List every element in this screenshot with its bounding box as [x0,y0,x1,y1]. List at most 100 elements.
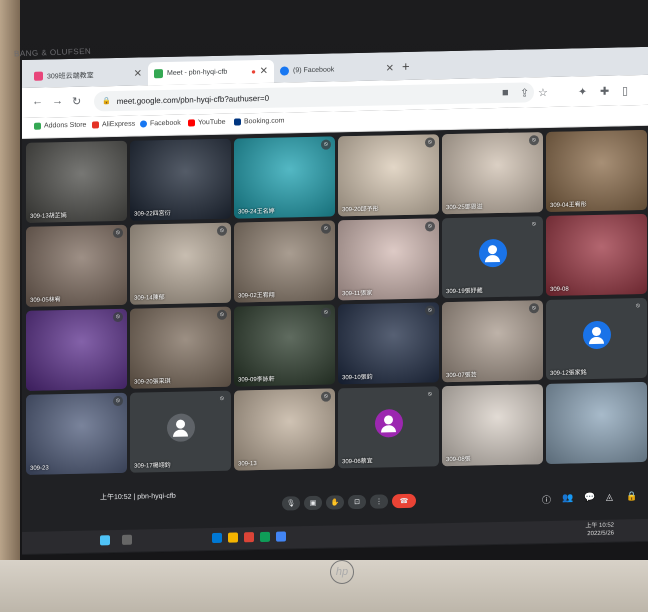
participant-tile[interactable]: ⦸ 309-02王宥翔 [234,220,335,303]
participant-name: 309-07張芸 [446,372,477,380]
mic-off-icon: ⦸ [633,300,643,312]
participant-tile[interactable]: ⦸ 309-23 [26,392,127,475]
reload-icon[interactable]: ↻ [72,95,81,108]
participant-tile[interactable]: ⦸ 309-13 [234,388,335,471]
participant-tile[interactable]: ⦸ 309-10張鈞 [338,302,439,385]
activities-icon[interactable]: ◬ [606,492,613,503]
close-icon[interactable]: ✕ [134,68,142,79]
recording-dot-icon: ● [251,67,256,77]
participant-name: 309-04王宥彤 [550,202,587,209]
star-icon[interactable]: ☆ [538,86,548,99]
participant-video [234,388,335,471]
bookmark-facebook[interactable]: Facebook [140,120,181,128]
bookmark-booking[interactable]: Booking.com [234,118,284,126]
extension-icon[interactable]: ✦ [578,85,587,98]
participant-name: 309-23 [30,465,49,472]
participant-video [546,381,647,465]
address-bar[interactable]: 🔒 meet.google.com/pbn-hyqi-cfb?authuser=… [94,82,534,112]
background-wall [0,0,20,612]
participant-name: 309-13 [238,461,257,468]
close-icon[interactable]: ✕ [260,66,268,77]
screen: 309班云端教室 ✕ Meet - pbn-hyqi-cfb ● ✕ (9) F… [22,46,648,555]
bookmark-label: AliExpress [102,120,136,129]
puzzle-icon[interactable]: ✚ [600,85,609,98]
participant-tile[interactable]: 309-13胡芷嫣 [26,140,127,223]
participant-name: 309-22四宮衍 [134,210,171,218]
participant-name: 309-24王名婷 [238,208,275,216]
participant-tile[interactable]: ⦸ 309-24王名婷 [234,136,335,219]
edge-icon[interactable] [212,532,222,544]
chat-icon[interactable]: 💬 [584,492,595,503]
raise-hand-button[interactable]: ✋ [326,495,344,510]
clock-date: 2022/5/26 [587,530,614,538]
host-controls-icon[interactable]: 🔒 [626,491,637,502]
participant-tile[interactable]: 309-08張 [442,384,543,467]
participant-tile[interactable]: 309-22四宮衍 [130,138,231,221]
tab-meet[interactable]: Meet - pbn-hyqi-cfb ● ✕ [148,59,274,86]
bookmark-favicon-icon [234,118,241,126]
participant-tile[interactable]: ⦸ 309-19張妤葳 [442,216,543,299]
tab-label: (9) Facebook [293,66,335,75]
participant-tile[interactable]: ⦸ 309-17楊翊鈞 [130,390,231,473]
lock-icon: 🔒 [102,98,111,106]
system-clock[interactable]: 上午 10:52 2022/5/26 [585,522,614,539]
participant-tile[interactable]: ⦸ 309-20張采琪 [130,306,231,389]
folder-icon[interactable] [228,532,238,543]
app-icon[interactable] [276,531,286,542]
bookmark-youtube[interactable]: YouTube [188,119,226,127]
camera-icon[interactable]: ■ [502,87,509,99]
meet-app-icon[interactable] [260,531,270,543]
mic-off-icon: ⦸ [425,389,435,400]
participant-name: 309-17楊翊鈞 [134,462,171,470]
hang-up-button[interactable]: ☎ [392,493,416,509]
participant-avatar-icon [582,320,611,350]
desk-surface [0,560,648,612]
participant-tile[interactable]: ⦸ 309-14陳郁 [130,222,231,305]
forward-icon[interactable]: → [52,95,63,107]
participant-tile[interactable]: ⦸ 309-25鄧恩溢 [442,132,543,215]
participant-name: 309-14陳郁 [134,295,165,302]
back-icon[interactable]: ← [32,96,43,108]
mic-button[interactable]: 🎙 [282,496,300,511]
participant-tile[interactable]: 309-08 [546,213,647,297]
participant-name: 309-05林宥 [30,297,61,304]
participant-tile[interactable]: ⦸ 309-20邱予彤 [338,134,439,217]
present-button[interactable]: ⊡ [348,494,366,510]
participant-video [546,213,647,297]
windows-start-icon[interactable] [100,535,110,546]
tab-classroom[interactable]: 309班云端教室 ✕ [28,62,148,88]
participant-video [26,392,127,475]
participant-name: 309-08張 [446,456,471,464]
participant-tile[interactable]: ⦸ 309-11張家 [338,218,439,301]
participant-tile[interactable]: ⦸ 309-09李詠軒 [234,304,335,387]
share-icon[interactable]: ⇪ [520,86,529,99]
participant-name: 309-20張采琪 [134,378,171,386]
participant-avatar-icon [166,413,195,442]
info-icon[interactable]: ⓘ [542,493,551,506]
participant-tile[interactable]: ⦸ [26,308,127,391]
participant-tile[interactable]: ⦸ 309-05林宥 [26,224,127,307]
more-options-button[interactable]: ⋮ [370,494,388,509]
participant-avatar-icon [478,238,507,268]
chrome-icon[interactable] [244,532,254,543]
meet-favicon-icon [154,69,163,79]
bookmark-label: Booking.com [244,117,285,126]
participant-tile[interactable] [546,381,647,465]
search-icon[interactable] [122,534,132,545]
participant-tile[interactable]: 309-04王宥彤 [546,129,647,213]
tab-facebook[interactable]: (9) Facebook ✕ [274,57,400,83]
bookmark-favicon-icon [188,119,195,127]
bookmark-addons[interactable]: Addons Store [34,122,86,130]
bookmark-label: Addons Store [44,121,87,130]
participant-tile[interactable]: ⦸ 309-06蔡宜 [338,386,439,469]
participant-avatar-icon [374,409,403,438]
participant-tile[interactable]: ⦸ 309-12張家銘 [546,297,647,381]
camera-button[interactable]: ▣ [304,495,322,511]
sidepanel-icon[interactable]: ▯ [622,84,628,97]
close-icon[interactable]: ✕ [386,63,394,74]
bookmark-aliexpress[interactable]: AliExpress [92,121,135,129]
participant-tile[interactable]: ⦸ 309-07張芸 [442,300,543,383]
new-tab-icon[interactable]: + [402,59,410,74]
participant-name: 309-11張家 [342,290,373,298]
people-icon[interactable]: 👥 [562,492,573,503]
